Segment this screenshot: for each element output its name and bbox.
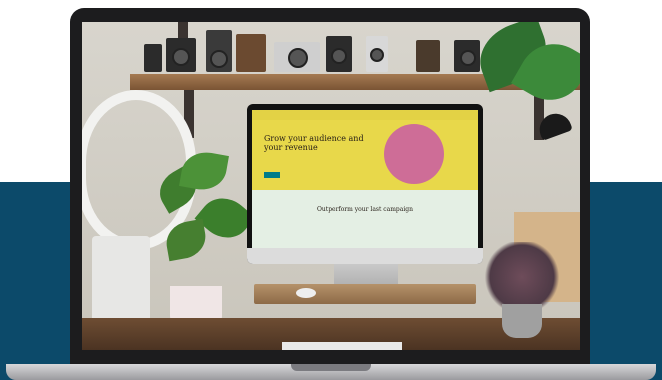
camera-icon: [274, 42, 320, 72]
camera-icon: [416, 40, 440, 72]
hero-cta-button: [264, 172, 280, 178]
mouse: [296, 288, 316, 298]
hero-headline: Grow your audience and your revenue: [264, 134, 364, 152]
laptop-notch: [291, 364, 371, 371]
content-section: [252, 190, 478, 248]
monitor-chin: [247, 248, 483, 264]
hero-illustration: [384, 124, 444, 184]
camera-icon: [366, 36, 388, 72]
camera-icon: [144, 44, 162, 72]
camera-icon: [326, 36, 352, 72]
camera-icon: [236, 34, 266, 72]
camera-icon: [166, 38, 196, 72]
camera-icon: [454, 40, 480, 72]
section-heading: Outperform your last campaign: [317, 206, 413, 213]
camera-icon: [206, 30, 232, 72]
plant-pot: [502, 304, 542, 338]
site-nav: [252, 110, 478, 120]
monitor-riser: [254, 284, 476, 304]
keyboard: [282, 342, 402, 350]
monitor-screen: Grow your audience and your revenue Outp…: [252, 110, 478, 248]
succulent-plant: [482, 242, 562, 312]
laptop-screen-photo: Grow your audience and your revenue Outp…: [82, 22, 580, 350]
